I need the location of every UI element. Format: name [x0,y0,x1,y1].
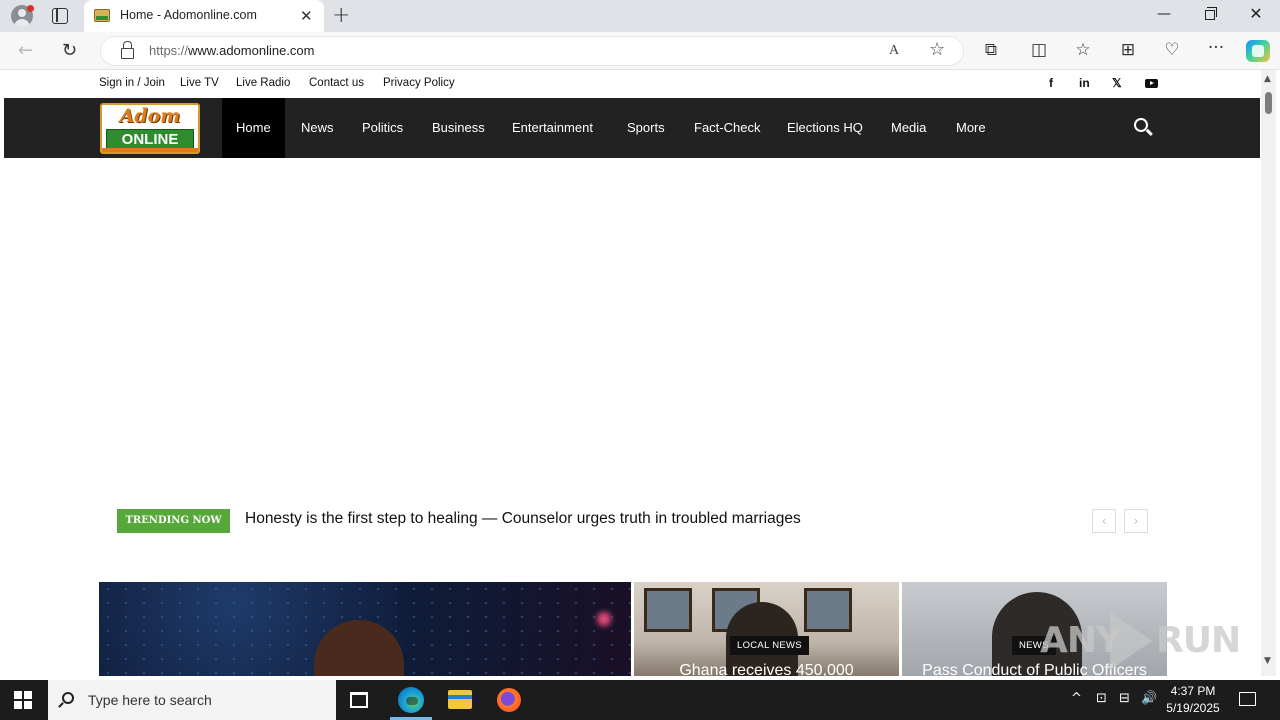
taskbar-search-placeholder: Type here to search [88,692,212,708]
scroll-up-arrow-icon[interactable]: ▲ [1264,74,1271,84]
tray-overflow-chevron-icon[interactable]: ^ [1071,691,1082,706]
contact-us-link[interactable]: Contact us [309,77,364,89]
nav-fact-check[interactable]: Fact-Check [680,98,774,158]
clock-time: 4:37 PM [1170,684,1216,698]
lock-icon[interactable] [121,41,134,59]
trending-next-button[interactable]: › [1124,509,1148,533]
nav-media[interactable]: Media [877,98,940,158]
nav-business[interactable]: Business [418,98,499,158]
live-radio-link[interactable]: Live Radio [236,77,290,89]
trending-prev-button[interactable]: ‹ [1092,509,1116,533]
tab-strip: Home - Adomonline.com ✕ + — ✕ [0,0,1280,32]
watermark-left-text: ANY [1040,620,1122,661]
site-favicon-icon [94,9,110,22]
nav-elections-hq[interactable]: Elections HQ [773,98,877,158]
clock-date: 5/19/2025 [1166,701,1220,715]
trending-label: TRENDING NOW [117,509,230,533]
tab-title: Home - Adomonline.com [120,8,257,22]
favorites-icon[interactable]: ☆ [1071,40,1095,60]
windows-taskbar: Type here to search ^ ⊡ ⊟ 🔊 4:37 PM 5/19… [0,680,1280,720]
reload-button[interactable]: ↻ [62,40,77,61]
page-viewport: Sign in / Join Live TV Live Radio Contac… [4,70,1260,676]
extensions-icon[interactable]: ⧉ [979,40,1003,60]
facebook-icon[interactable]: f [1049,76,1053,90]
address-bar[interactable]: https://www.adomonline.com A ☆ [100,36,964,66]
notification-center-icon[interactable] [1239,692,1256,706]
photo-frame [804,588,852,632]
file-explorer-icon[interactable] [448,690,472,709]
window-close-button[interactable]: ✕ [1233,4,1279,23]
scrollbar-thumb[interactable] [1265,92,1272,114]
nav-politics[interactable]: Politics [348,98,417,158]
linkedin-icon[interactable]: in [1079,76,1090,90]
nav-home[interactable]: Home [222,98,285,158]
edge-browser-icon[interactable] [398,687,424,713]
taskbar-clock[interactable]: 4:37 PM 5/19/2025 [1160,683,1226,717]
privacy-policy-link[interactable]: Privacy Policy [383,77,455,89]
browser-tab-active[interactable]: Home - Adomonline.com ✕ [84,0,324,32]
browser-essentials-icon[interactable]: ♡ [1160,40,1184,60]
youtube-icon[interactable] [1145,79,1158,88]
site-top-bar: Sign in / Join Live TV Live Radio Contac… [4,70,1260,98]
logo-top-text: Adom [119,105,181,127]
nav-sports[interactable]: Sports [613,98,679,158]
trending-headline-link[interactable]: Honesty is the first step to healing — C… [245,510,801,528]
settings-menu-icon[interactable]: ··· [1204,38,1228,58]
read-aloud-icon[interactable]: A [889,43,899,59]
category-badge[interactable]: LOCAL NEWS [730,636,809,655]
featured-main-light [597,612,611,626]
network-icon[interactable]: ⊟ [1119,691,1130,706]
site-logo[interactable]: Adom ONLINE [100,103,200,154]
site-search-icon[interactable] [1134,118,1148,132]
main-navigation: Adom ONLINE Home News Politics Business … [4,98,1260,158]
meet-now-icon[interactable]: ⊡ [1096,691,1107,706]
start-windows-icon[interactable] [14,691,32,709]
new-tab-button[interactable]: + [332,3,350,28]
url-host: www.adomonline.com [188,43,315,58]
x-twitter-icon[interactable]: 𝕏 [1112,76,1122,90]
profile-notification-dot [27,5,34,12]
volume-icon[interactable]: 🔊 [1141,691,1157,706]
url-protocol: https:// [149,43,189,58]
add-favorite-star-icon[interactable]: ☆ [929,39,945,60]
window-minimize-button[interactable]: — [1141,6,1187,22]
logo-bottom-text: ONLINE [106,129,194,149]
featured-main-story[interactable] [99,582,631,676]
window-restore-button[interactable] [1187,6,1233,22]
trending-ticker: TRENDING NOW Honesty is the first step t… [117,508,1151,534]
taskbar-search-box[interactable]: Type here to search [48,680,336,720]
restore-icon [1205,7,1217,20]
scroll-down-arrow-icon[interactable]: ▼ [1264,656,1271,666]
collections-icon[interactable]: ⊞ [1116,40,1140,60]
task-view-icon[interactable] [350,692,368,708]
anyrun-watermark: ANY RUN [1040,610,1241,674]
page-scrollbar[interactable]: ▲ ▼ [1261,70,1276,676]
url-text[interactable]: https://www.adomonline.com [149,43,314,58]
tab-close-icon[interactable]: ✕ [300,7,313,25]
logo-stripe [102,148,198,152]
back-button[interactable]: ← [18,40,33,61]
nav-entertainment[interactable]: Entertainment [498,98,607,158]
firefox-icon[interactable] [497,688,521,712]
watermark-right-text: RUN [1156,620,1241,661]
tab-actions-icon[interactable] [52,8,68,24]
nav-more[interactable]: More [942,98,1000,158]
nav-news[interactable]: News [287,98,348,158]
ad-placeholder [4,158,1260,488]
watermark-play-icon [1110,612,1152,670]
live-tv-link[interactable]: Live TV [180,77,219,89]
photo-frame [644,588,692,632]
featured-side-story-1[interactable]: LOCAL NEWS Ghana receives 450,000 [634,582,899,676]
search-icon [62,692,74,704]
split-screen-icon[interactable]: ◫ [1027,40,1051,60]
browser-toolbar: ← ↻ https://www.adomonline.com A ☆ ⧉ ◫ ☆… [0,32,1280,70]
story-title[interactable]: Ghana receives 450,000 [634,662,899,676]
sign-in-link[interactable]: Sign in / Join [99,77,165,89]
copilot-icon[interactable] [1246,40,1270,62]
